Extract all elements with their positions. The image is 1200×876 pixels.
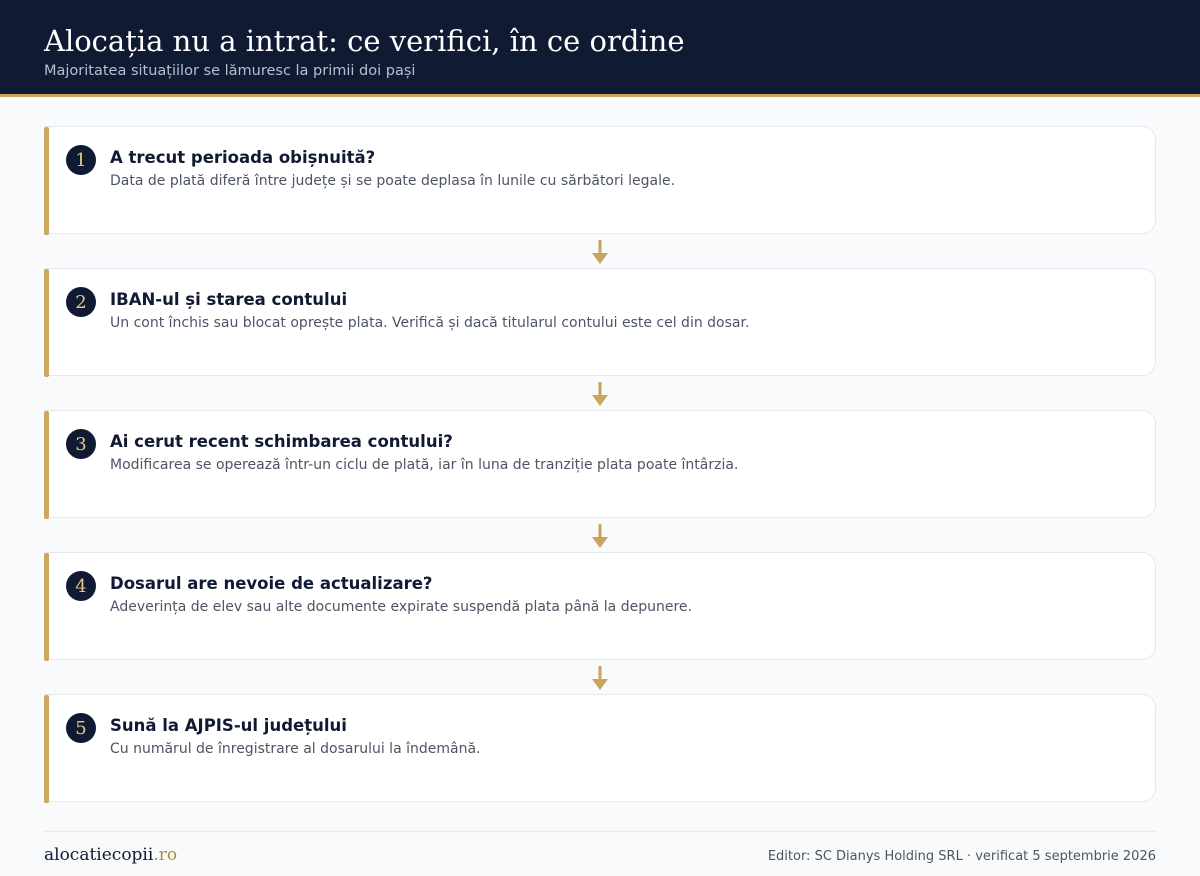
arrow-down-icon xyxy=(592,240,608,264)
page-subtitle: Majoritatea situațiilor se lămuresc la p… xyxy=(44,63,416,79)
step-description: Adeverința de elev sau alte documente ex… xyxy=(110,599,692,615)
step-title: Ai cerut recent schimbarea contului? xyxy=(110,432,453,451)
step-title: IBAN-ul și starea contului xyxy=(110,290,348,309)
arrow-down-icon xyxy=(592,382,608,406)
step-card-3: 3 Ai cerut recent schimbarea contului? M… xyxy=(44,410,1156,519)
step-number-badge: 2 xyxy=(66,287,96,317)
page-header: Alocația nu a intrat: ce verifici, în ce… xyxy=(0,0,1200,97)
step-description: Un cont închis sau blocat oprește plata.… xyxy=(110,315,750,331)
step-accent-bar xyxy=(44,553,49,661)
editor-note: Editor: SC Dianys Holding SRL · verifica… xyxy=(767,849,1156,864)
step-card-1: 1 A trecut perioada obișnuită? Data de p… xyxy=(44,126,1156,235)
step-description: Cu numărul de înregistrare al dosarului … xyxy=(110,741,481,757)
step-accent-bar xyxy=(44,695,49,803)
page-title: Alocația nu a intrat: ce verifici, în ce… xyxy=(44,24,685,58)
step-title: Sună la AJPIS-ul județului xyxy=(110,716,347,735)
footer-divider xyxy=(44,831,1156,832)
site-brand[interactable]: alocatiecopii.ro xyxy=(44,845,177,865)
step-number-badge: 5 xyxy=(66,713,96,743)
step-card-2: 2 IBAN-ul și starea contului Un cont înc… xyxy=(44,268,1156,377)
step-number-badge: 1 xyxy=(66,145,96,175)
arrow-down-icon xyxy=(592,524,608,548)
brand-tld: .ro xyxy=(153,845,178,865)
step-card-5: 5 Sună la AJPIS-ul județului Cu numărul … xyxy=(44,694,1156,803)
brand-name: alocatiecopii xyxy=(44,845,154,865)
step-title: Dosarul are nevoie de actualizare? xyxy=(110,574,433,593)
arrow-down-icon xyxy=(592,666,608,690)
step-description: Data de plată diferă între județe și se … xyxy=(110,173,676,189)
step-number-badge: 3 xyxy=(66,429,96,459)
step-accent-bar xyxy=(44,127,49,235)
step-title: A trecut perioada obișnuită? xyxy=(110,148,376,167)
step-accent-bar xyxy=(44,269,49,377)
step-accent-bar xyxy=(44,411,49,519)
step-description: Modificarea se operează într-un ciclu de… xyxy=(110,457,739,473)
step-number-badge: 4 xyxy=(66,571,96,601)
step-card-4: 4 Dosarul are nevoie de actualizare? Ade… xyxy=(44,552,1156,661)
